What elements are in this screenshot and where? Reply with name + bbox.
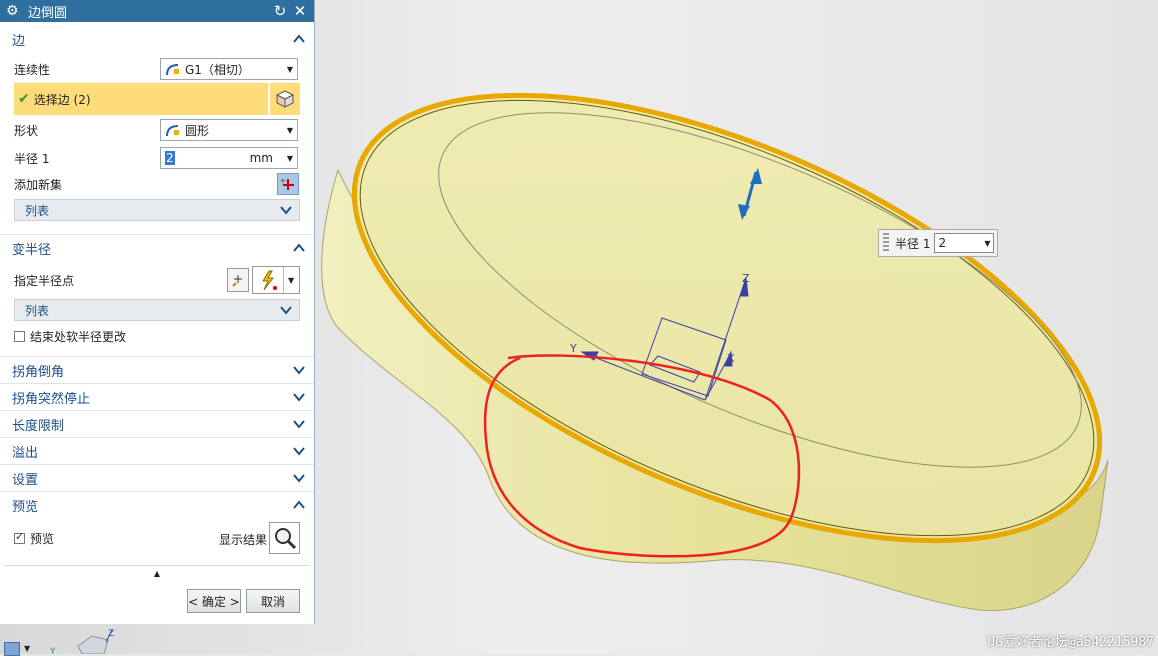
chevron-down-icon: ▼ xyxy=(286,125,294,135)
lightning-point-icon xyxy=(262,270,277,291)
dialog-title: 边倒圆 xyxy=(28,5,68,21)
section-edge-title: 边 xyxy=(12,33,26,49)
wcs-axis-x: X xyxy=(727,352,735,365)
radius-input[interactable]: 2 mm ▼ xyxy=(160,147,298,169)
view-triad-y: Y xyxy=(49,647,56,654)
section-edge-header[interactable]: 边 xyxy=(0,26,314,52)
point-icon xyxy=(232,275,242,287)
reset-button[interactable]: ↻ xyxy=(272,2,288,20)
section-length-limit-title: 长度限制 xyxy=(12,418,65,434)
soft-radius-change-checkbox[interactable] xyxy=(14,330,25,342)
add-set-icon: + xyxy=(280,177,294,190)
chevron-down-icon xyxy=(279,303,293,317)
point-dialog-button[interactable] xyxy=(227,268,249,292)
section-overflow-header[interactable]: 溢出 xyxy=(0,437,314,464)
section-length-limit-header[interactable]: 长度限制 xyxy=(0,410,314,437)
show-result-label: 显示结果 xyxy=(219,533,268,547)
wcs-axis-z: Z xyxy=(742,272,750,285)
tooltip-radius-value: 2 xyxy=(938,236,947,250)
chevron-down-icon[interactable] xyxy=(292,444,306,458)
view-triad-z: Z xyxy=(108,629,114,639)
chevron-down-icon[interactable]: ▼ xyxy=(283,154,297,163)
close-button[interactable]: ✕ xyxy=(292,2,308,20)
wcs-axis-y: Y xyxy=(569,342,577,355)
tooltip-grip[interactable] xyxy=(883,233,889,253)
dialog-titlebar[interactable]: ⚙ 边倒圆 ↻ ✕ xyxy=(0,0,314,22)
radius-point-list-toggle[interactable]: 列表 xyxy=(14,299,300,321)
svg-text:+: + xyxy=(280,177,286,185)
edge-list-label: 列表 xyxy=(25,203,50,218)
chevron-down-icon[interactable] xyxy=(292,363,306,377)
continuity-value: G1（相切） xyxy=(185,62,250,77)
preview-checkbox[interactable] xyxy=(14,530,25,544)
section-variable-radius-title: 变半径 xyxy=(12,242,52,258)
chevron-down-icon: ▼ xyxy=(984,238,991,248)
chevron-down-icon xyxy=(279,203,293,217)
continuity-select[interactable]: G1（相切） ▼ xyxy=(160,58,298,80)
section-settings-header[interactable]: 设置 xyxy=(0,464,314,491)
select-edge-button[interactable] xyxy=(270,83,300,115)
ok-button[interactable]: < 确定 > xyxy=(187,589,241,613)
section-stop-short-header[interactable]: 拐角突然停止 xyxy=(0,383,314,410)
view-triad xyxy=(77,629,113,654)
chevron-down-icon[interactable] xyxy=(292,417,306,431)
chevron-up-icon[interactable] xyxy=(292,241,306,255)
radius-value[interactable]: 2 xyxy=(165,151,175,165)
chevron-up-icon[interactable] xyxy=(292,498,306,512)
select-edge-label: 选择边 (2) xyxy=(33,92,91,107)
cancel-button[interactable]: 取消 xyxy=(246,589,300,613)
tangent-continuity-icon xyxy=(166,64,179,76)
radius-onscreen-input[interactable]: 半径 1 2 ▼ xyxy=(878,229,998,257)
chevron-down-icon[interactable]: ▼ xyxy=(24,644,30,653)
collapse-dialog-toggle[interactable]: ▲ xyxy=(4,565,310,580)
check-icon: ✔ xyxy=(18,91,30,107)
radius-point-list-label: 列表 xyxy=(25,303,50,318)
shape-value: 圆形 xyxy=(185,123,210,138)
inferred-point-button[interactable]: ▼ xyxy=(252,266,300,294)
soft-radius-change-label: 结束处软半径更改 xyxy=(30,329,127,344)
tooltip-radius-combo[interactable]: 2 ▼ xyxy=(934,233,995,253)
edge-list-toggle[interactable]: 列表 xyxy=(14,199,300,221)
add-new-set-label: 添加新集 xyxy=(14,177,63,192)
section-stop-short-title: 拐角突然停止 xyxy=(12,391,91,407)
chevron-down-icon: ▼ xyxy=(283,267,294,293)
shape-select[interactable]: 圆形 ▼ xyxy=(160,119,298,141)
radius-unit: mm xyxy=(249,151,273,165)
chevron-down-icon: ▼ xyxy=(286,64,294,74)
section-variable-radius-header[interactable]: 变半径 xyxy=(0,234,314,261)
magnifier-icon xyxy=(274,528,296,550)
add-new-set-button[interactable]: + xyxy=(277,173,299,195)
cube-icon xyxy=(275,90,295,108)
section-preview-title: 预览 xyxy=(12,499,39,515)
section-overflow-title: 溢出 xyxy=(12,445,39,461)
show-result-button[interactable] xyxy=(269,522,300,554)
gear-icon: ⚙ xyxy=(6,3,19,19)
tooltip-radius-label: 半径 1 xyxy=(895,236,931,251)
chevron-down-icon[interactable] xyxy=(292,471,306,485)
preview-label: 预览 xyxy=(30,531,55,546)
select-edge-row[interactable]: ✔ 选择边 (2) xyxy=(14,83,268,115)
edge-blend-dialog: ⚙ 边倒圆 ↻ ✕ 边 连续性 G1（相切） ▼ ✔ 选择边 (2) 形状 圆形… xyxy=(0,0,315,624)
section-corner-setback-title: 拐角倒角 xyxy=(12,364,65,380)
section-preview-header[interactable]: 预览 xyxy=(0,491,314,518)
watermark: UG爱好者论坛@a542215987 xyxy=(987,635,1154,650)
chevron-up-icon[interactable] xyxy=(292,32,306,46)
section-corner-setback-header[interactable]: 拐角倒角 xyxy=(0,356,314,383)
section-settings-title: 设置 xyxy=(12,472,39,488)
chevron-down-icon[interactable] xyxy=(292,390,306,404)
view-toolbar: ▼ xyxy=(0,624,40,656)
circular-shape-icon xyxy=(166,125,179,137)
